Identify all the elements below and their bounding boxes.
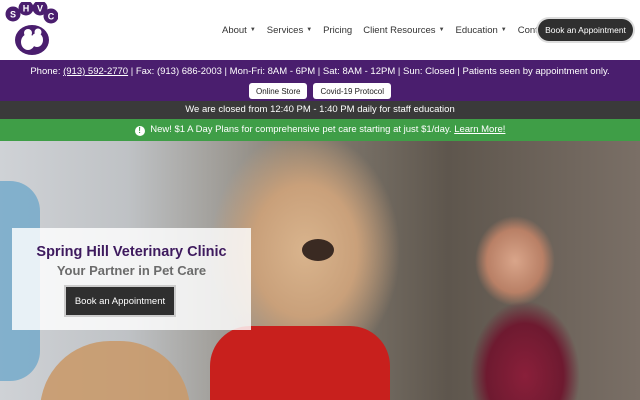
nav-item-label: Pricing [323, 24, 353, 36]
contact-line: Phone: (913) 592-2770 | Fax: (913) 686-2… [0, 66, 640, 77]
nav-item-education[interactable]: Education ▼ [456, 25, 507, 36]
nav-item-client-resources[interactable]: Client Resources ▼ [363, 25, 444, 36]
hero-photo-red-sweater [210, 326, 390, 400]
promo-bar: ! New! $1 A Day Plans for comprehensive … [0, 119, 640, 141]
hero-section: Spring Hill Veterinary Clinic Your Partn… [0, 141, 640, 400]
hero-subtitle: Your Partner in Pet Care [56, 263, 207, 278]
main-nav: About ▼ Services ▼ Pricing Client Resour… [222, 0, 561, 60]
caret-down-icon: ▼ [438, 27, 445, 33]
nav-item-pricing[interactable]: Pricing [323, 25, 352, 36]
caret-down-icon: ▼ [306, 27, 313, 33]
hero-photo-dog-nose [302, 239, 334, 261]
online-store-button[interactable]: Online Store [248, 83, 308, 99]
book-appointment-button[interactable]: Book an Appointment [538, 19, 633, 41]
svg-text:V: V [37, 4, 43, 14]
hero-photo-second-dog [40, 341, 190, 400]
nav-item-label: Education [455, 24, 498, 36]
site-header: S H V C About ▼ Services ▼ Pricing Clien… [0, 0, 640, 60]
hours-text: | Fax: (913) 686-2003 | Mon-Fri: 8AM - 6… [130, 66, 610, 77]
svg-text:C: C [48, 12, 55, 22]
nav-item-label: Client Resources [363, 24, 436, 36]
phone-label: Phone: [30, 66, 61, 77]
hero-book-appointment-button[interactable]: Book an Appointment [66, 287, 174, 315]
info-buttons: Online Store Covid-19 Protocol [0, 83, 640, 99]
caret-down-icon: ▼ [249, 27, 256, 33]
learn-more-link[interactable]: Learn More! [454, 124, 505, 135]
clinic-logo[interactable]: S H V C [4, 0, 59, 56]
svg-text:S: S [10, 10, 16, 20]
caret-down-icon: ▼ [500, 27, 507, 33]
nav-item-services[interactable]: Services ▼ [267, 25, 312, 36]
phone-link[interactable]: (913) 592-2770 [63, 66, 128, 77]
exclamation-icon: ! [134, 126, 145, 136]
nav-item-label: Services [266, 24, 304, 36]
nav-item-about[interactable]: About ▼ [222, 25, 256, 36]
promo-text: New! $1 A Day Plans for comprehensive pe… [150, 124, 452, 135]
nav-item-label: About [222, 24, 247, 36]
hero-title: Spring Hill Veterinary Clinic [36, 244, 227, 260]
closed-notice-bar: We are closed from 12:40 PM - 1:40 PM da… [0, 101, 640, 119]
svg-text:H: H [23, 4, 30, 14]
covid-protocol-button[interactable]: Covid-19 Protocol [313, 83, 392, 99]
